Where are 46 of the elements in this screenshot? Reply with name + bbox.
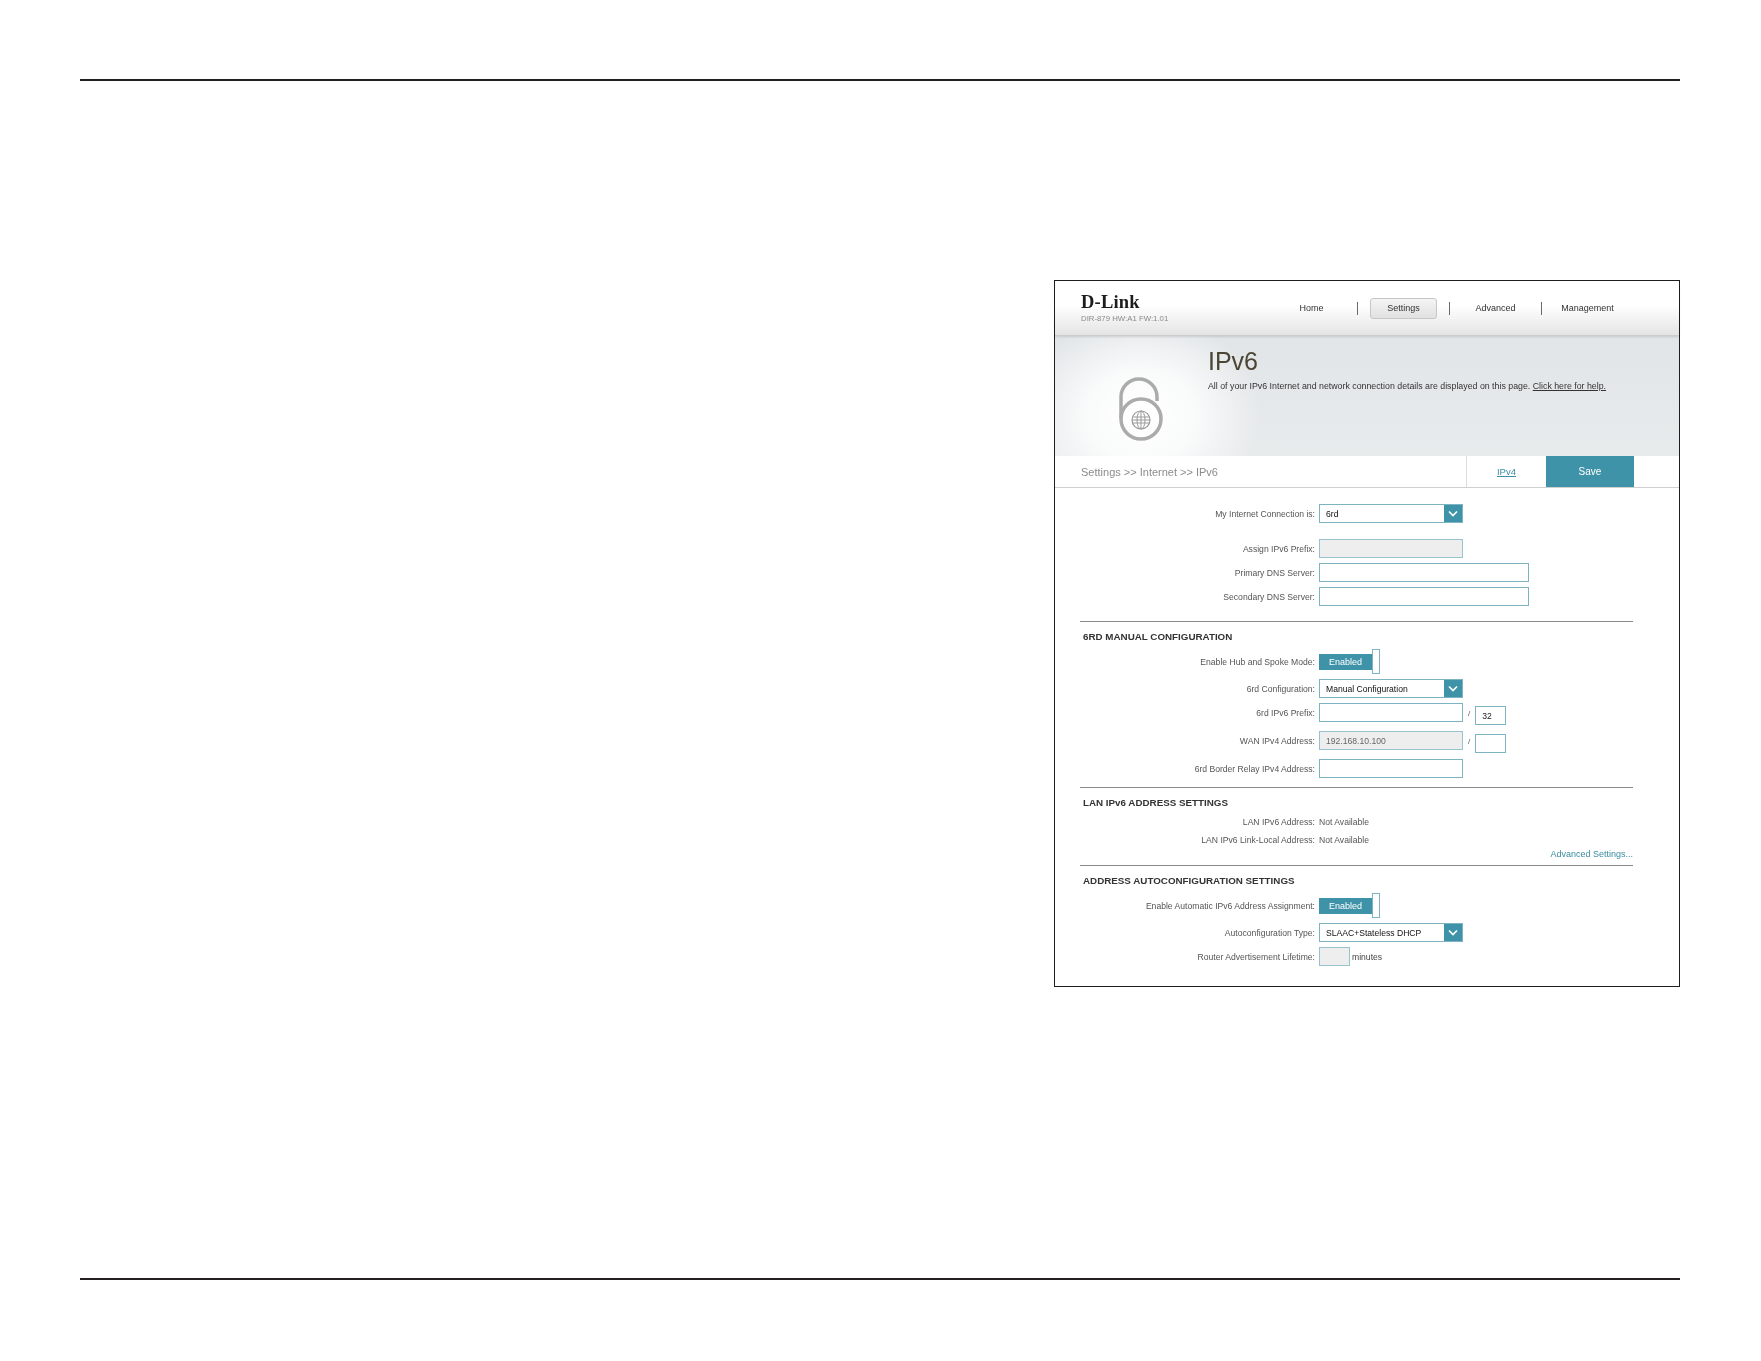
chevron-down-icon[interactable] xyxy=(1444,505,1462,522)
field-label: Enable Automatic IPv6 Address Assignment: xyxy=(1145,900,1315,911)
input-field[interactable] xyxy=(1319,563,1529,582)
field-label: Assign IPv6 Prefix: xyxy=(1242,543,1315,554)
prefix-length-input[interactable]: 32 xyxy=(1475,706,1507,725)
nav-tab[interactable]: Advanced xyxy=(1475,298,1516,318)
advanced-settings-link[interactable]: Advanced Settings... xyxy=(1550,848,1633,860)
chevron-down-icon[interactable] xyxy=(1444,924,1462,941)
field-label: Secondary DNS Server: xyxy=(1223,591,1315,602)
padlock-icon xyxy=(1117,376,1163,442)
save-button[interactable]: Save xyxy=(1546,456,1634,487)
input-field[interactable] xyxy=(1319,759,1463,778)
page-description: All of your IPv6 Internet and network connection details are displayed on this page. Click here for help. xyxy=(1208,381,1607,392)
input-field[interactable] xyxy=(1319,703,1463,722)
input-field[interactable] xyxy=(1319,587,1529,606)
field-label: 6rd Border Relay IPv4 Address: xyxy=(1194,763,1315,774)
dropdown[interactable]: SLAAC+Stateless DHCP xyxy=(1319,923,1463,942)
nav-tab[interactable]: Settings xyxy=(1370,297,1437,319)
field-label: WAN IPv4 Address: xyxy=(1239,735,1315,746)
field-label: 6rd Configuration: xyxy=(1246,683,1315,694)
section-heading: 6RD MANUAL CONFIGURATION xyxy=(1083,631,1234,643)
section-heading: ADDRESS AUTOCONFIGURATION SETTINGS xyxy=(1083,875,1296,887)
ipv4-link[interactable]: IPv4 xyxy=(1497,466,1516,477)
prefix-separator: / xyxy=(1468,709,1471,719)
field-label: Autoconfiguration Type: xyxy=(1224,927,1315,938)
page-title: IPv6 xyxy=(1208,347,1259,375)
dropdown[interactable]: 6rd xyxy=(1319,504,1463,523)
field-label: My Internet Connection is: xyxy=(1215,508,1315,519)
field-label: Primary DNS Server: xyxy=(1234,567,1315,578)
breadcrumb: Settings >> Internet >> IPv6 xyxy=(1081,465,1218,478)
brand-logo: D-Link xyxy=(1081,293,1140,311)
section-heading: LAN IPv6 ADDRESS SETTINGS xyxy=(1083,797,1229,809)
field-label: LAN IPv6 Address: xyxy=(1242,816,1315,827)
help-link[interactable]: Click here for help. xyxy=(1532,381,1607,391)
chevron-down-icon[interactable] xyxy=(1444,680,1462,697)
unit-label: minutes xyxy=(1352,951,1383,962)
field-label: Enable Hub and Spoke Mode: xyxy=(1200,656,1315,667)
dropdown[interactable]: Manual Configuration xyxy=(1319,679,1463,698)
field-value: Not Available xyxy=(1319,816,1369,827)
field-label: 6rd IPv6 Prefix: xyxy=(1256,707,1315,718)
field-label: Router Advertisement Lifetime: xyxy=(1197,951,1315,962)
field-value: Not Available xyxy=(1319,834,1369,845)
field-label: LAN IPv6 Link-Local Address: xyxy=(1201,834,1315,845)
nav-tab[interactable]: Management xyxy=(1561,298,1614,318)
prefix-separator: / xyxy=(1468,737,1471,747)
nav-tab[interactable]: Home xyxy=(1299,298,1324,318)
